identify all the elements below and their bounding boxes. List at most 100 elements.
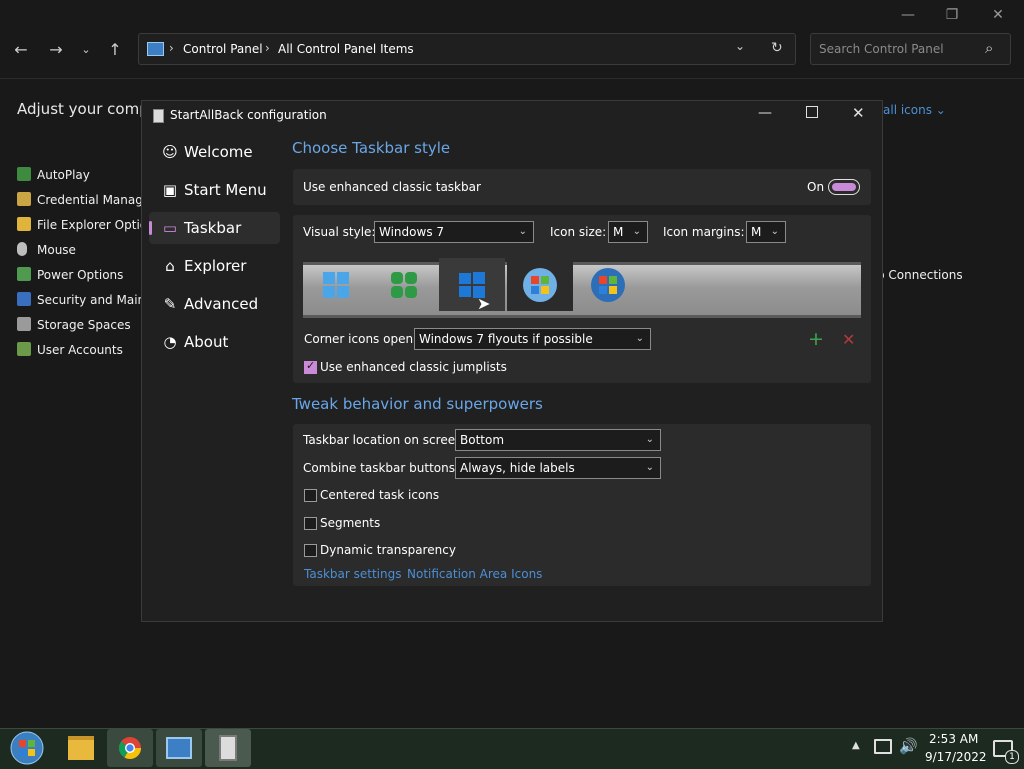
select-value: M <box>751 225 762 239</box>
network-icon[interactable] <box>874 739 892 754</box>
breadcrumb-control-panel[interactable]: Control Panel <box>183 42 263 56</box>
sidebar-item-start-menu[interactable]: ▣ Start Menu <box>149 174 280 206</box>
taskbar-location-select[interactable]: Bottom ⌄ <box>455 429 661 451</box>
taskbar-control-panel[interactable] <box>156 729 202 767</box>
dialog-title: StartAllBack configuration <box>170 108 327 122</box>
visual-style-select[interactable]: Windows 7 ⌄ <box>374 221 534 243</box>
notification-area-icons-link[interactable]: Notification Area Icons <box>407 567 542 581</box>
centered-icons-checkbox[interactable] <box>304 489 317 502</box>
dialog-minimize-icon[interactable]: — <box>758 105 772 121</box>
credential-icon <box>17 192 31 206</box>
dialog-close-icon[interactable]: ✕ <box>852 104 865 122</box>
sidebar-item-about[interactable]: ◔ About <box>149 326 280 358</box>
taskbar-settings-link[interactable]: Taskbar settings <box>304 567 401 581</box>
refresh-icon[interactable]: ↻ <box>771 40 783 56</box>
chevron-down-icon: ⌄ <box>645 462 654 473</box>
cp-item-label: User Accounts <box>37 343 123 357</box>
dynamic-transparency-label: Dynamic transparency <box>320 543 456 557</box>
enhanced-taskbar-toggle[interactable] <box>828 179 860 195</box>
cp-item-remote-connections[interactable]: p Connections <box>877 265 963 285</box>
clock-date[interactable]: 9/17/2022 <box>925 750 987 764</box>
icon-margins-select[interactable]: M ⌄ <box>746 221 786 243</box>
icon-size-label: Icon size: <box>550 225 607 239</box>
cp-item-file-explorer-options[interactable]: File Explorer Options <box>17 215 161 235</box>
recent-chevron-icon[interactable]: ⌄ <box>76 40 96 60</box>
cp-item-storage-spaces[interactable]: Storage Spaces <box>17 315 131 335</box>
view-by-link[interactable]: all icons ⌄ <box>883 103 946 117</box>
wrench-icon: ✎ <box>163 295 177 313</box>
sidebar-item-welcome[interactable]: ☺ Welcome <box>149 136 280 168</box>
cp-item-mouse[interactable]: Mouse <box>17 240 76 260</box>
section-heading-tweak: Tweak behavior and superpowers <box>292 395 543 413</box>
dialog-maximize-icon[interactable] <box>806 106 818 118</box>
control-panel-icon <box>166 737 192 759</box>
style-option-vista[interactable] <box>575 258 641 311</box>
remove-icon[interactable]: ✕ <box>842 330 855 349</box>
corner-icons-label: Corner icons open: <box>304 332 418 346</box>
green-logo-icon <box>391 271 417 298</box>
icon-margins-label: Icon margins: <box>663 225 745 239</box>
cp-item-security-maintenance[interactable]: Security and Mainte <box>17 290 157 310</box>
sidebar-item-label: Welcome <box>184 143 253 161</box>
combine-buttons-select[interactable]: Always, hide labels ⌄ <box>455 457 661 479</box>
address-bar[interactable]: › Control Panel › All Control Panel Item… <box>138 33 796 65</box>
sidebar-item-label: Taskbar <box>184 219 242 237</box>
address-dropdown-icon[interactable]: ⌄ <box>735 39 745 53</box>
search-placeholder: Search Control Panel <box>819 42 944 56</box>
add-icon[interactable]: + <box>808 328 824 350</box>
style-option-windows10[interactable]: ➤ <box>439 258 505 313</box>
search-icon[interactable]: ⌕ <box>985 39 993 57</box>
smile-icon: ☺ <box>162 143 178 161</box>
forward-arrow-icon[interactable]: → <box>46 40 66 60</box>
cp-item-label: p Connections <box>877 268 963 282</box>
segments-label: Segments <box>320 516 381 530</box>
close-button[interactable]: ✕ <box>983 6 1013 24</box>
jumplists-checkbox[interactable] <box>304 359 317 374</box>
sidebar-item-taskbar[interactable]: ▭ Taskbar <box>149 212 280 244</box>
segments-checkbox[interactable] <box>304 517 317 530</box>
start-menu-icon: ▣ <box>162 181 178 199</box>
minimize-button[interactable]: — <box>893 6 923 24</box>
cp-item-label: Power Options <box>37 268 124 282</box>
style-option-windows-green[interactable] <box>371 258 437 311</box>
taskbar-file-explorer[interactable] <box>58 729 104 767</box>
style-option-windows7[interactable] <box>507 258 573 311</box>
breadcrumb-separator-icon: › <box>169 41 174 55</box>
start-button[interactable] <box>4 729 50 767</box>
select-value: Windows 7 flyouts if possible <box>419 332 593 346</box>
chevron-down-icon: ⌄ <box>518 226 527 237</box>
taskbar-startallback[interactable] <box>205 729 251 767</box>
icon-size-select[interactable]: M ⌄ <box>608 221 648 243</box>
corner-icons-select[interactable]: Windows 7 flyouts if possible ⌄ <box>414 328 651 350</box>
taskbar-location-label: Taskbar location on screen: <box>303 433 467 447</box>
startallback-dialog: StartAllBack configuration — ✕ ☺ Welcome … <box>141 100 883 622</box>
power-icon <box>17 267 31 281</box>
cp-item-credential-manager[interactable]: Credential Manager <box>17 190 155 210</box>
show-hidden-icons[interactable]: ▲ <box>852 740 860 751</box>
restore-button[interactable]: ❐ <box>937 6 967 24</box>
sidebar-item-advanced[interactable]: ✎ Advanced <box>149 288 280 320</box>
chevron-down-icon: ⌄ <box>635 333 644 344</box>
cp-item-user-accounts[interactable]: User Accounts <box>17 340 123 360</box>
centered-icons-label: Centered task icons <box>320 488 440 502</box>
cp-item-label: Security and Mainte <box>37 293 158 307</box>
volume-icon[interactable]: 🔊 <box>899 737 918 755</box>
cp-item-label: Mouse <box>37 243 76 257</box>
up-arrow-icon[interactable]: ↑ <box>105 40 125 60</box>
sidebar-item-label: Advanced <box>184 295 259 313</box>
cp-item-label: Credential Manager <box>37 193 156 207</box>
cp-item-autoplay[interactable]: AutoPlay <box>17 165 90 185</box>
clock-time[interactable]: 2:53 AM <box>929 732 978 746</box>
search-box[interactable]: Search Control Panel ⌕ <box>810 33 1011 65</box>
taskbar-chrome[interactable] <box>107 729 153 767</box>
breadcrumb-all-items[interactable]: All Control Panel Items <box>278 42 414 56</box>
dynamic-transparency-checkbox[interactable] <box>304 544 317 557</box>
cp-item-power-options[interactable]: Power Options <box>17 265 123 285</box>
sidebar-item-explorer[interactable]: ⌂ Explorer <box>149 250 280 282</box>
style-option-windows11[interactable] <box>303 258 369 311</box>
explorer-icon: ⌂ <box>165 257 175 275</box>
select-value: M <box>613 225 624 239</box>
control-panel-icon <box>147 42 164 56</box>
view-by-label: all icons <box>883 103 932 117</box>
back-arrow-icon[interactable]: ← <box>11 40 31 60</box>
